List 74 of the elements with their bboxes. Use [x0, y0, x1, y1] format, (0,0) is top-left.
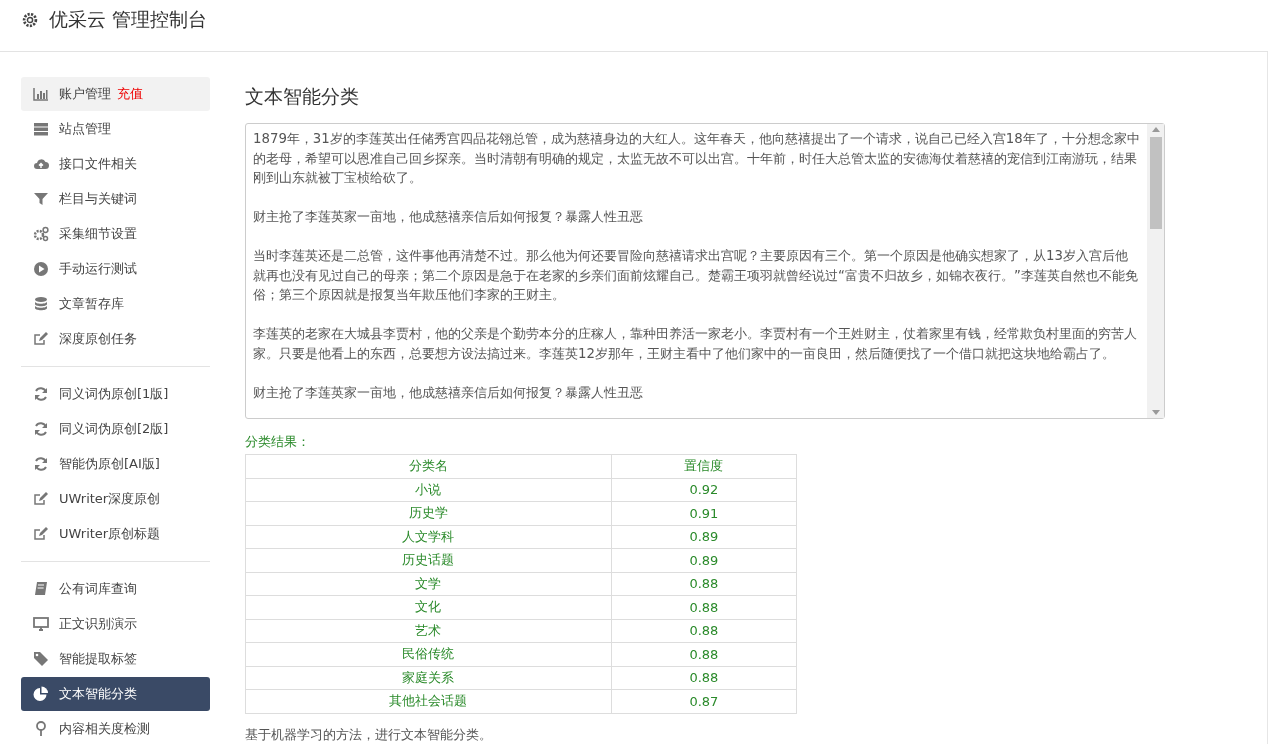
pie-chart-icon [33, 686, 49, 702]
column-header: 分类名 [245, 454, 612, 478]
text-input[interactable] [245, 123, 1165, 419]
paragraph: 李莲英的老家在大城县李贾村，他的父亲是个勤劳本分的庄稼人，靠种田养活一家老小。李贾村有一个王姓财主，仗着家里有钱，经常欺负村里面的穷苦人家。只要是他看上的东西，总要想方设法搞过来。李莲英12岁那年，王财主看中了他们家中的一亩良田，然后随便找了一个借口就把这块地给霸占了。 [253, 325, 1138, 363]
table-cell: 历史学 [245, 501, 612, 525]
result-label: 分类结果： [245, 433, 311, 451]
refresh-icon [33, 421, 49, 437]
app-title: 优采云 管理控制台 [49, 6, 208, 32]
table-cell: 0.92 [611, 478, 797, 502]
table-cell: 人文学科 [245, 525, 612, 549]
table-cell: 0.89 [611, 525, 797, 549]
table-cell: 其他社会话题 [245, 689, 612, 713]
table-cell: 0.88 [611, 572, 797, 596]
sidebar-item[interactable]: 手动运行测试 [21, 252, 210, 286]
sidebar-item[interactable]: 账户管理 充值 [21, 77, 210, 111]
paragraph: 当时李莲英还是二总管，这件事他再清楚不过。那么他为何还要冒险向慈禧请求出宫呢？主要原因有三个。第一个原因是他确实想家了，从13岁入宫后他就再也没有见过自己的母亲；第二个原因是急于在老家的乡亲们面前炫耀自己。楚霸王项羽就曾经说过“富贵不归故乡，如锦衣夜行。”李莲英自然也不能免俗；第三个原因就是报复当年欺压他们李家的王财主。 [253, 247, 1139, 304]
settings-icon [21, 10, 39, 29]
paragraph: 1879年，31岁的李莲英出任储秀宫四品花翎总管，成为慈禧身边的大红人。这年春天，他向慈禧提出了一个请求，说自己已经入宫18年了，十分想念家中的老母，希望可以恩准自己回乡探亲。当时清朝有明确的规定，太监无故不可以出宫。十年前，时任大总管太监的安德海仗着慈禧的宠信到江南游玩，结果刚到山东就被丁宝桢给砍了。 [253, 130, 1140, 187]
table-cell: 文学 [245, 572, 612, 596]
refresh-icon [33, 386, 49, 402]
scrollbar-thumb[interactable] [1149, 137, 1162, 229]
paragraph: 财主抢了李莲英家一亩地，他成慈禧亲信后如何报复？暴露人性丑恶 [253, 383, 644, 402]
table-cell: 家庭关系 [245, 666, 612, 690]
sidebar-item[interactable]: 公有词库查询 [21, 572, 210, 606]
sidebar-item[interactable]: 文章暂存库 [21, 287, 210, 321]
table-cell: 0.91 [611, 501, 797, 525]
sidebar-item[interactable]: 深度原创任务 [21, 322, 210, 356]
page-title: 文本智能分类 [245, 84, 360, 109]
table-cell: 0.88 [611, 642, 797, 666]
pin-icon [33, 721, 49, 737]
edit-icon [33, 491, 49, 507]
column-header: 置信度 [611, 454, 797, 478]
bar-chart-icon [33, 86, 49, 102]
table-cell: 0.88 [611, 619, 797, 643]
table-cell: 0.87 [611, 689, 797, 713]
table-cell: 艺术 [245, 619, 612, 643]
sidebar-item[interactable]: 站点管理 [21, 112, 210, 146]
sidebar-item[interactable]: UWriter原创标题 [21, 517, 210, 551]
sidebar-item[interactable]: UWriter深度原创 [21, 482, 210, 516]
sidebar-item[interactable]: 内容相关度检测 [21, 712, 210, 745]
description-text: 基于机器学习的方法，进行文本智能分类。 [245, 725, 493, 744]
sidebar-item[interactable]: 同义词伪原创[2版] [21, 412, 210, 446]
sidebar-item[interactable]: 智能伪原创[AI版] [21, 447, 210, 481]
table-cell: 0.88 [611, 666, 797, 690]
sidebar-item[interactable]: 智能提取标签 [21, 642, 210, 676]
filter-icon [33, 191, 49, 207]
sidebar-item[interactable]: 采集细节设置 [21, 217, 210, 251]
sidebar-item[interactable]: 文本智能分类 [21, 677, 210, 711]
tag-icon [33, 651, 49, 667]
refresh-icon [33, 456, 49, 472]
paragraph: 财主抢了李莲英家一亩地，他成慈禧亲信后如何报复？暴露人性丑恶 [253, 208, 644, 226]
server-icon [33, 121, 49, 137]
cloud-upload-icon [33, 156, 49, 172]
scrollbar[interactable] [1147, 124, 1164, 418]
scroll-down-icon[interactable] [1151, 410, 1160, 415]
edit-icon [33, 526, 49, 542]
database-icon [33, 296, 49, 312]
sidebar-item[interactable]: 接口文件相关 [21, 147, 210, 181]
sidebar-item[interactable]: 栏目与关键词 [21, 182, 210, 216]
edit-icon [33, 331, 49, 347]
table-cell: 文化 [245, 595, 612, 619]
recharge-link[interactable]: 充值 [117, 85, 143, 103]
sidebar-item[interactable]: 正文识别演示 [21, 607, 210, 641]
scroll-up-icon[interactable] [1151, 127, 1160, 132]
table-cell: 历史话题 [245, 548, 612, 572]
table-cell: 0.89 [611, 548, 797, 572]
table-cell: 小说 [245, 478, 612, 502]
sidebar-item[interactable]: 同义词伪原创[1版] [21, 377, 210, 411]
table-cell: 0.88 [611, 595, 797, 619]
book-icon [33, 581, 49, 597]
table-cell: 民俗传统 [245, 642, 612, 666]
gears-icon [33, 226, 49, 242]
monitor-icon [33, 616, 49, 632]
play-icon [33, 261, 49, 277]
